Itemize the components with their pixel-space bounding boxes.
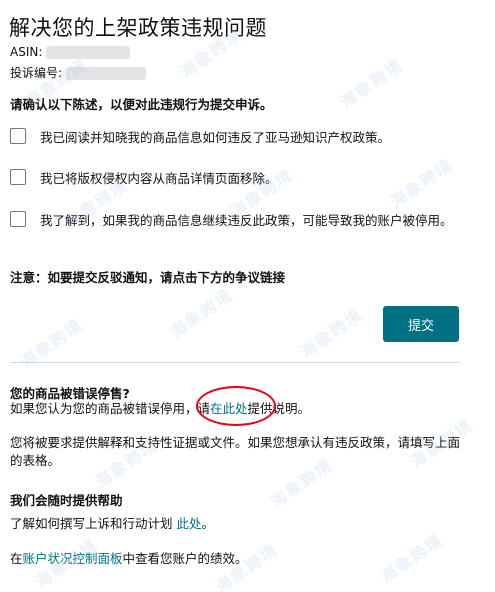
appeal-text-after: 提供说明。 xyxy=(247,401,311,416)
dashboard-text-after: 中查看您账户的绩效。 xyxy=(122,551,248,566)
help-text-after: 。 xyxy=(201,516,215,531)
dashboard-text-before: 在 xyxy=(10,551,23,566)
submit-button[interactable]: 提交 xyxy=(383,306,459,342)
case-id-redacted xyxy=(66,67,147,80)
acknowledgement-label: 我已阅读并知晓我的商品信息如何违反了亚马逊知识产权政策。 xyxy=(40,130,391,145)
appeal-page: 解决您的上架政策违规问题 ASIN: 投诉编号: 请确认以下陈述，以便对此违规行… xyxy=(0,0,495,592)
page-title: 解决您的上架政策违规问题 xyxy=(9,16,267,40)
help-text: 了解如何撰写上诉和行动计划 此处。 xyxy=(10,515,460,533)
case-id-label: 投诉编号: xyxy=(10,66,63,80)
dispute-notice: 注意：如要提交反驳通知，请点击下方的争议链接 xyxy=(10,270,286,285)
help-text-before: 了解如何撰写上诉和行动计划 xyxy=(10,516,177,531)
asin-label: ASIN: xyxy=(10,45,43,59)
section-divider xyxy=(10,362,460,363)
case-id-row: 投诉编号: xyxy=(10,64,147,81)
watermark: 海象跨境 xyxy=(336,54,407,112)
help-here-link[interactable]: 此处 xyxy=(176,516,201,531)
appeal-text-before: 如果您认为您的商品被错误停用，请 xyxy=(10,401,211,416)
acknowledgement-label: 我已将版权侵权内容从商品详情页面移除。 xyxy=(40,171,278,186)
confirm-prompt: 请确认以下陈述，以便对此违规行为提交申诉。 xyxy=(10,97,273,112)
checkbox-empty-icon[interactable] xyxy=(10,211,26,227)
dashboard-text: 在账户状况控制面板中查看您账户的绩效。 xyxy=(10,550,460,568)
checkbox-empty-icon[interactable] xyxy=(10,169,26,185)
appeal-here-link[interactable]: 在此处 xyxy=(210,401,248,416)
watermark: 海象跨境 xyxy=(166,284,237,342)
watermark: 海象跨境 xyxy=(296,304,367,362)
asin-row: ASIN: xyxy=(10,45,131,59)
account-health-dashboard-link[interactable]: 账户状况控制面板 xyxy=(23,551,123,566)
acknowledgement-label: 我了解到，如果我的商品信息继续违反此政策，可能导致我的账户被停用。 xyxy=(40,213,453,228)
checkbox-empty-icon[interactable] xyxy=(10,128,26,144)
help-heading: 我们会随时提供帮助 xyxy=(10,493,123,508)
watermark: 海象跨境 xyxy=(16,314,87,372)
wrongly-deactivated-text: 如果您认为您的商品被错误停用，请在此处提供说明。 xyxy=(10,400,460,418)
asin-redacted xyxy=(46,46,131,59)
evidence-text: 您将被要求提供解释和支持性证据或文件。如果您想承认有违反政策，请填写上面的表格。 xyxy=(10,435,461,468)
